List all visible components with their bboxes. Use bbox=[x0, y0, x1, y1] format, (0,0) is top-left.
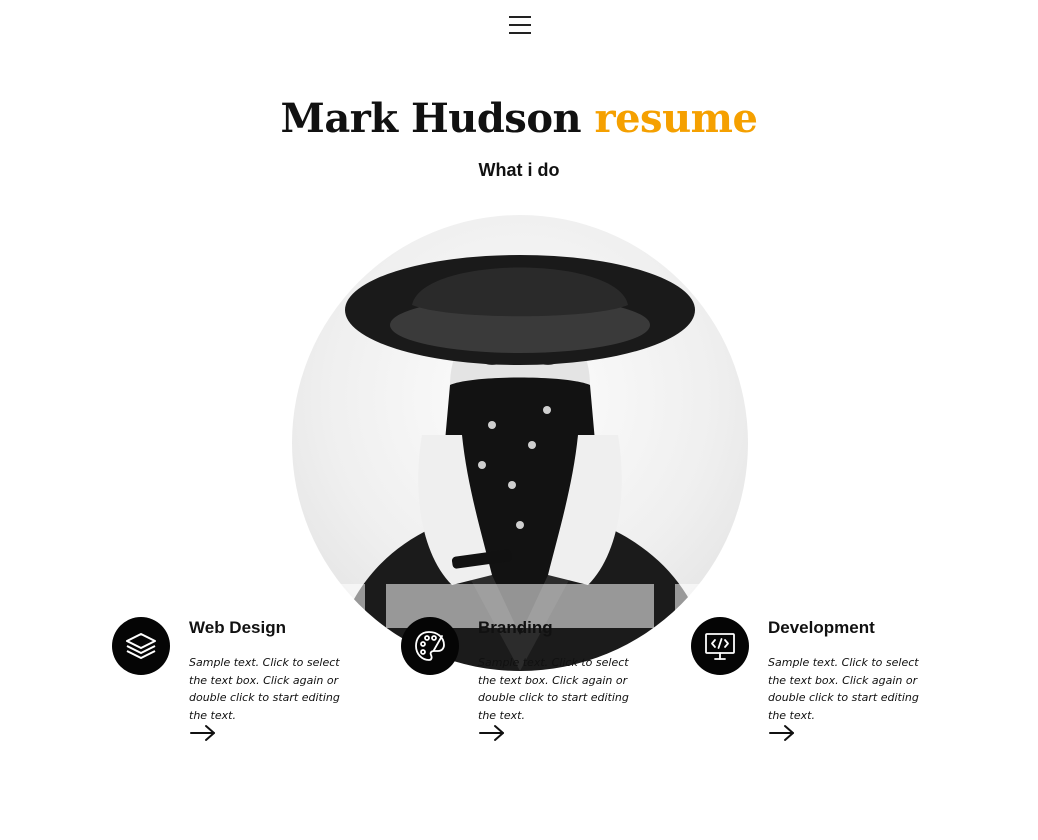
arrow-right-icon[interactable] bbox=[189, 723, 217, 743]
service-description[interactable]: Sample text. Click to select the text bo… bbox=[478, 654, 640, 724]
service-branding: Branding Sample text. Click to select th… bbox=[401, 617, 661, 757]
hamburger-menu-icon[interactable] bbox=[509, 16, 531, 34]
palette-brush-icon bbox=[401, 617, 459, 675]
service-title: Web Design bbox=[189, 618, 286, 637]
service-title: Development bbox=[768, 618, 875, 637]
service-description[interactable]: Sample text. Click to select the text bo… bbox=[768, 654, 930, 724]
page: Mark Hudson resume What i do Web Design … bbox=[0, 0, 1038, 840]
service-development: Development Sample text. Click to select… bbox=[691, 617, 951, 757]
section-subtitle: What i do bbox=[478, 160, 560, 180]
monitor-code-icon bbox=[691, 617, 749, 675]
layers-stack-icon bbox=[112, 617, 170, 675]
service-web-design: Web Design Sample text. Click to select … bbox=[112, 617, 372, 757]
arrow-right-icon[interactable] bbox=[478, 723, 506, 743]
arrow-right-icon[interactable] bbox=[768, 723, 796, 743]
service-title: Branding bbox=[478, 618, 553, 637]
title-name: Mark Hudson bbox=[280, 95, 582, 142]
service-description[interactable]: Sample text. Click to select the text bo… bbox=[189, 654, 351, 724]
title-accent: resume bbox=[594, 95, 758, 142]
page-title: Mark Hudson resume bbox=[0, 95, 1038, 142]
